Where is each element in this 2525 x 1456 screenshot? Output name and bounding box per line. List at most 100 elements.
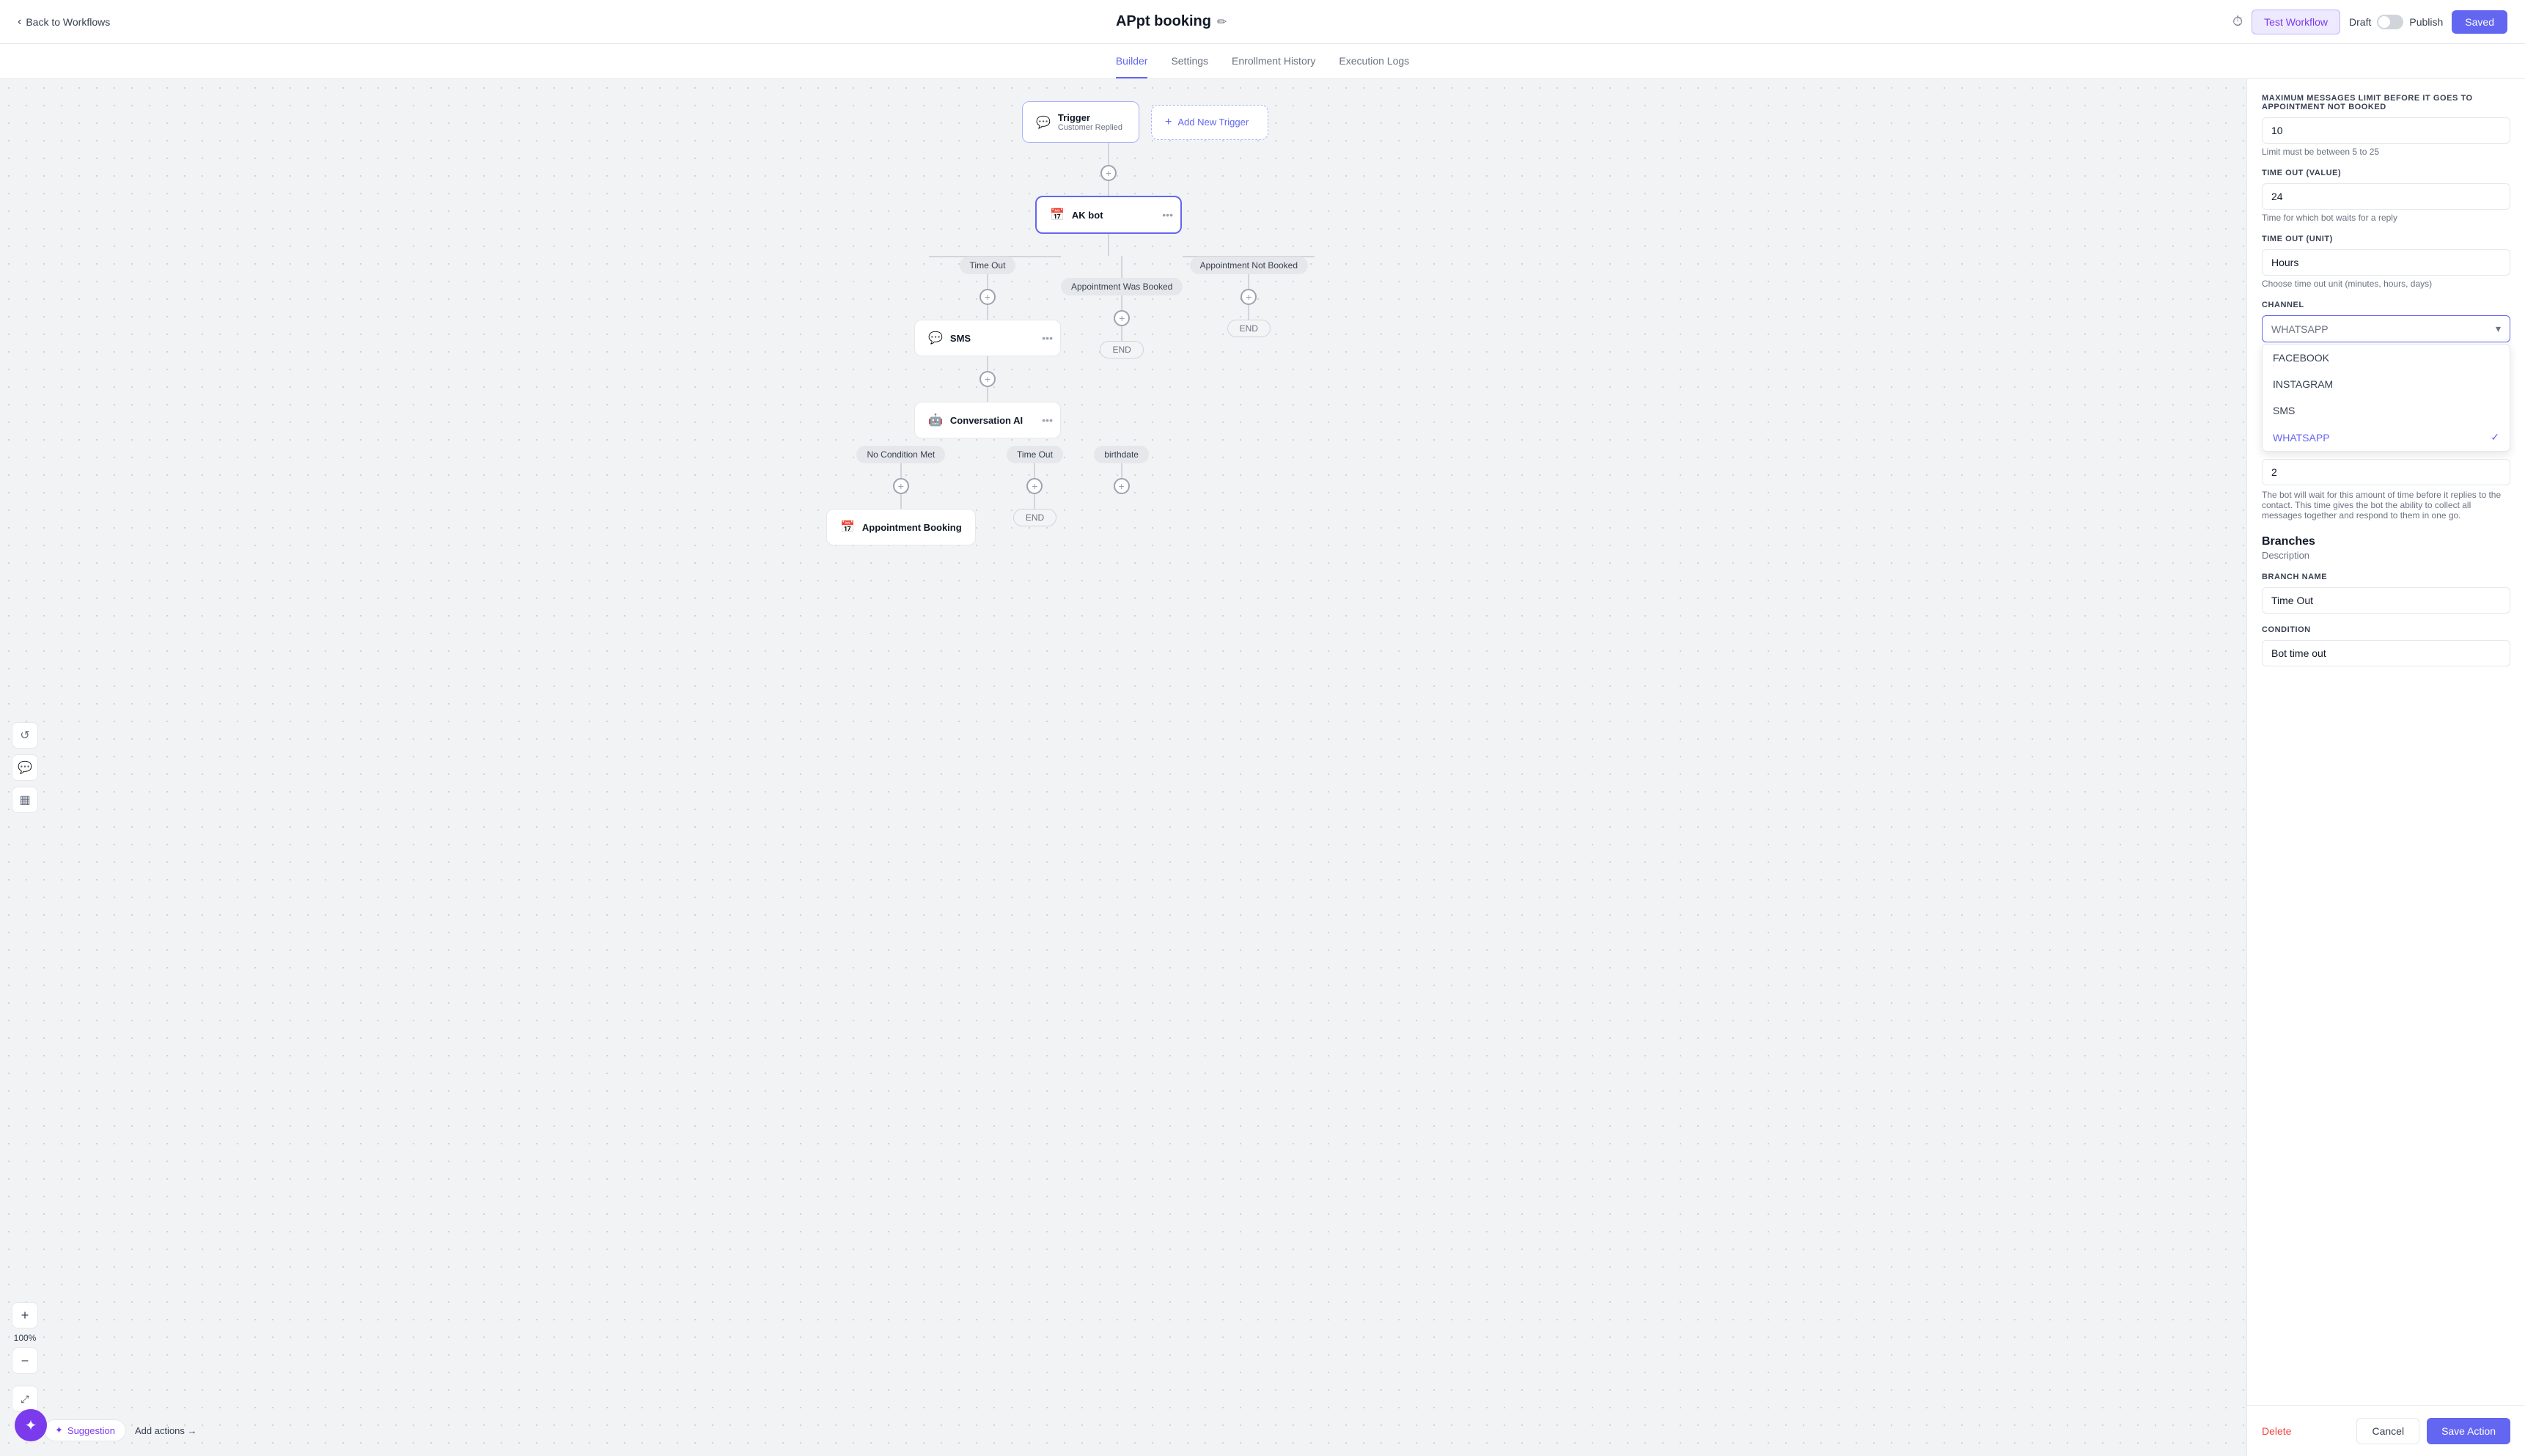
conv-ai-node[interactable]: 🤖 Conversation AI ••• (914, 402, 1061, 438)
channel-option-instagram-label: INSTAGRAM (2273, 378, 2333, 390)
channel-selected-value: WHATSAPP (2271, 323, 2329, 335)
max-messages-label: MAXIMUM MESSAGES LIMIT BEFORE IT GOES TO… (2262, 94, 2510, 111)
no-condition-branch-label[interactable]: No Condition Met (856, 446, 945, 463)
tab-execution-logs[interactable]: Execution Logs (1339, 45, 1409, 78)
channel-dropdown-trigger[interactable]: WHATSAPP ▾ (2262, 315, 2510, 342)
delete-button[interactable]: Delete (2262, 1425, 2291, 1437)
sidebar-chat-icon[interactable]: 💬 (12, 754, 38, 781)
draft-label: Draft (2349, 16, 2371, 28)
branch-name-label: BRANCH NAME (2262, 573, 2510, 581)
trigger-node[interactable]: 💬 Trigger Customer Replied (1022, 101, 1139, 143)
nav-tabs: Builder Settings Enrollment History Exec… (0, 44, 2525, 79)
timeout-unit-input[interactable] (2262, 249, 2510, 276)
trigger-subtitle: Customer Replied (1058, 123, 1122, 132)
fullscreen-button[interactable]: ⤢ (12, 1386, 38, 1412)
right-panel: MAXIMUM MESSAGES LIMIT BEFORE IT GOES TO… (2246, 79, 2525, 1456)
connector-plus-timeout2[interactable]: + (1026, 478, 1043, 494)
connector-plus-no-cond[interactable]: + (893, 478, 909, 494)
saved-button[interactable]: Saved (2452, 10, 2507, 34)
back-arrow-icon: ‹ (18, 15, 21, 29)
appt-booking-node[interactable]: 📅 Appointment Booking (826, 509, 976, 545)
timeout-value-input[interactable] (2262, 183, 2510, 210)
back-label: Back to Workflows (26, 16, 110, 28)
channel-option-facebook[interactable]: FACEBOOK (2263, 345, 2510, 371)
time-out-branch-label[interactable]: Time Out (960, 257, 1016, 274)
history-icon[interactable]: ⏱ (2232, 14, 2243, 29)
branches-heading: Branches (2262, 535, 2510, 548)
draft-toggle-switch[interactable] (2377, 15, 2403, 29)
time-out2-branch-label[interactable]: Time Out (1007, 446, 1063, 463)
channel-dropdown: WHATSAPP ▾ FACEBOOK INSTAGRAM SMS WHATSA… (2262, 315, 2510, 452)
appt-not-booked-branch-label[interactable]: Appointment Not Booked (1190, 257, 1308, 274)
sidebar-history-icon[interactable]: ↺ (12, 722, 38, 749)
connector-plus-timeout[interactable]: + (980, 289, 996, 305)
panel-footer: Delete Cancel Save Action (2247, 1405, 2525, 1456)
max-messages-input[interactable] (2262, 117, 2510, 144)
timeout-unit-label: TIME OUT (UNIT) (2262, 235, 2510, 243)
bot-menu-icon[interactable]: ••• (1162, 209, 1173, 221)
timeout-hint: Time for which bot waits for a reply (2262, 213, 2510, 223)
add-trigger-label: Add New Trigger (1177, 117, 1249, 128)
channel-option-instagram[interactable]: INSTAGRAM (2263, 371, 2510, 397)
sms-menu-icon[interactable]: ••• (1042, 332, 1053, 344)
add-trigger-plus-icon: + (1165, 116, 1172, 129)
end-badge-timeout: END (1013, 509, 1056, 526)
header-right: ⏱ Test Workflow Draft Publish Saved (2232, 10, 2507, 34)
sidebar-grid-icon[interactable]: ▦ (12, 787, 38, 813)
zoom-out-button[interactable]: − (12, 1347, 38, 1374)
trigger-icon: 💬 (1036, 115, 1051, 130)
sms-icon: 💬 (928, 331, 943, 345)
footer-actions: Cancel Save Action (2356, 1418, 2510, 1444)
appt-booked-branch-label[interactable]: Appointment Was Booked (1061, 278, 1183, 295)
sms-node[interactable]: 💬 SMS ••• (914, 320, 1061, 356)
connector-plus-birthdate[interactable]: + (1114, 478, 1130, 494)
connector-plus-1[interactable]: + (1100, 165, 1117, 181)
suggestion-star-icon: ✦ (55, 1424, 63, 1436)
tab-builder[interactable]: Builder (1116, 45, 1148, 78)
channel-label: CHANNEL (2262, 301, 2510, 309)
add-actions-link[interactable]: Add actions → (135, 1425, 197, 1436)
connector-plus-sms[interactable]: + (980, 371, 996, 387)
channel-option-sms[interactable]: SMS (2263, 397, 2510, 424)
conv-ai-menu-icon[interactable]: ••• (1042, 414, 1053, 426)
back-to-workflows-link[interactable]: ‹ Back to Workflows (18, 15, 110, 29)
suggestion-pill[interactable]: ✦ Suggestion (44, 1419, 126, 1441)
tab-settings[interactable]: Settings (1171, 45, 1208, 78)
connector-plus-not-booked[interactable]: + (1241, 289, 1257, 305)
channel-option-facebook-label: FACEBOOK (2273, 352, 2329, 364)
suggestion-bar: ✦ Suggestion Add actions → (44, 1419, 197, 1441)
save-action-button[interactable]: Save Action (2427, 1418, 2510, 1444)
condition-label: CONDITION (2262, 625, 2510, 634)
zoom-in-button[interactable]: + (12, 1302, 38, 1328)
channel-option-whatsapp-label: WHATSAPP (2273, 432, 2330, 444)
tab-enrollment-history[interactable]: Enrollment History (1232, 45, 1315, 78)
cancel-button[interactable]: Cancel (2356, 1418, 2419, 1444)
channel-option-whatsapp[interactable]: WHATSAPP ✓ (2263, 424, 2510, 451)
birthdate-branch-label[interactable]: birthdate (1094, 446, 1149, 463)
branch-name-input[interactable] (2262, 587, 2510, 614)
condition-input[interactable] (2262, 640, 2510, 666)
canvas-background: ↺ 💬 ▦ 💬 Trigger Customer Replied + Add N… (0, 79, 2268, 1456)
test-workflow-button[interactable]: Test Workflow (2252, 10, 2340, 34)
channel-chevron-icon: ▾ (2496, 323, 2501, 335)
connector-plus-booked[interactable]: + (1114, 310, 1130, 326)
bot-node[interactable]: 📅 AK bot ••• (1035, 196, 1182, 234)
header-center: APpt booking ✏ (1116, 13, 1227, 30)
wait-value-input[interactable] (2262, 459, 2510, 485)
panel-body: MAXIMUM MESSAGES LIMIT BEFORE IT GOES TO… (2247, 79, 2525, 1405)
suggestion-label: Suggestion (67, 1425, 115, 1436)
appt-booking-title: Appointment Booking (862, 522, 962, 533)
ai-assistant-button[interactable]: ✦ (15, 1409, 47, 1441)
wait-hint: The bot will wait for this amount of tim… (2262, 490, 2510, 521)
edit-icon[interactable]: ✏ (1217, 15, 1227, 29)
appt-booking-icon: 📅 (840, 520, 855, 534)
add-trigger-card[interactable]: + Add New Trigger (1151, 105, 1268, 140)
publish-button[interactable]: Publish (2409, 16, 2443, 28)
timeout-unit-hint: Choose time out unit (minutes, hours, da… (2262, 279, 2510, 289)
header-left: ‹ Back to Workflows (18, 15, 110, 29)
draft-toggle: Draft Publish (2349, 15, 2443, 29)
end-badge-booked: END (1100, 341, 1143, 359)
conv-ai-title: Conversation AI (950, 415, 1023, 426)
check-icon: ✓ (2491, 431, 2499, 444)
sms-title: SMS (950, 333, 971, 344)
